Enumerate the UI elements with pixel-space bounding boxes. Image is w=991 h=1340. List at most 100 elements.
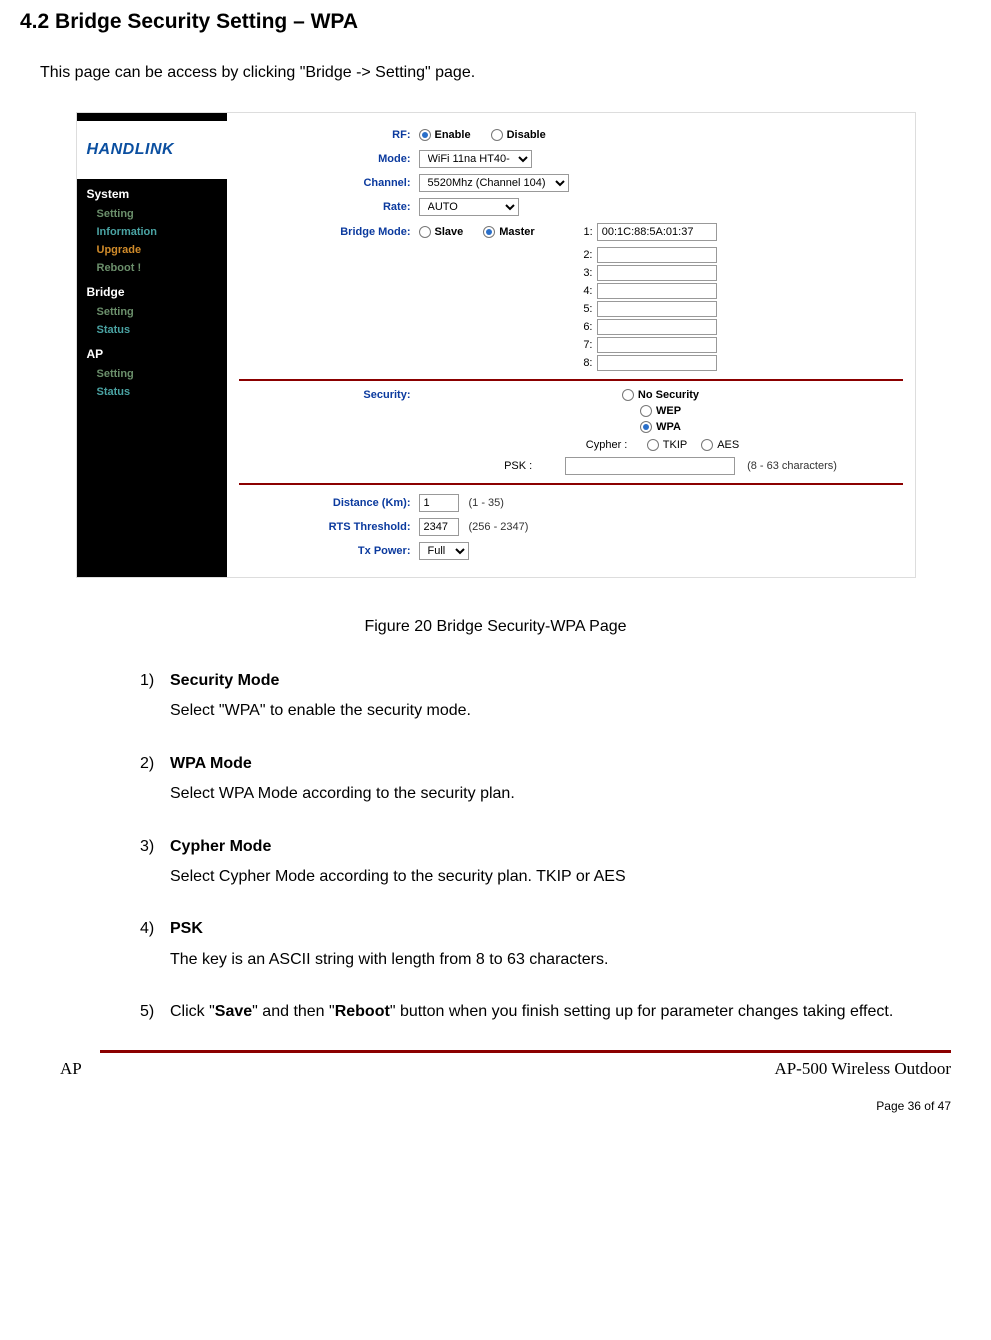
list-item: 2) WPA Mode Select WPA Mode according to…: [140, 749, 971, 810]
sidebar-item-ap-setting[interactable]: Setting: [77, 365, 227, 383]
mac-index: 1:: [579, 226, 593, 238]
security-row: Security: No Security WEP WPA Cypher : T…: [239, 389, 903, 475]
security-wpa-option[interactable]: WPA: [640, 421, 681, 433]
cypher-row: Cypher : TKIP AES: [586, 439, 755, 451]
mac-index: 8:: [579, 357, 593, 369]
security-none-option[interactable]: No Security: [622, 389, 699, 401]
bridge-mode-master-option[interactable]: Master: [483, 226, 534, 238]
sidebar-item-system-setting[interactable]: Setting: [77, 205, 227, 223]
section-heading: 4.2 Bridge Security Setting – WPA: [20, 10, 971, 34]
list-item-desc: Select "WPA" to enable the security mode…: [170, 696, 971, 726]
security-label: Security:: [239, 389, 419, 401]
mac-row-8: 8:: [579, 355, 903, 371]
radio-icon: [491, 129, 503, 141]
mac-input-6[interactable]: [597, 319, 717, 335]
radio-icon: [483, 226, 495, 238]
cypher-aes-label: AES: [717, 439, 739, 451]
list-item-desc: The key is an ASCII string with length f…: [170, 945, 971, 975]
embedded-screenshot: HANDLINK System Setting Information Upgr…: [76, 112, 916, 578]
security-wpa-label: WPA: [656, 421, 681, 433]
sidebar-item-bridge-setting[interactable]: Setting: [77, 303, 227, 321]
sidebar-item-bridge-status[interactable]: Status: [77, 321, 227, 339]
reboot-text: Reboot: [335, 1003, 390, 1020]
sidebar-item-upgrade[interactable]: Upgrade: [77, 241, 227, 259]
sidebar-item-ap-status[interactable]: Status: [77, 383, 227, 401]
list-item-title: Cypher Mode: [170, 838, 271, 855]
rf-label: RF:: [239, 129, 419, 141]
txpower-select[interactable]: Full: [419, 542, 469, 560]
mac-input-8[interactable]: [597, 355, 717, 371]
psk-label: PSK :: [504, 460, 559, 472]
mac-input-4[interactable]: [597, 283, 717, 299]
radio-icon: [640, 405, 652, 417]
footer-left: AP: [60, 1059, 82, 1079]
list-item: 3) Cypher Mode Select Cypher Mode accord…: [140, 832, 971, 893]
list-number: 4): [140, 914, 170, 975]
footer-right: AP-500 Wireless Outdoor: [774, 1059, 951, 1079]
rf-row: RF: Enable Disable: [239, 125, 903, 145]
distance-input[interactable]: [419, 494, 459, 512]
rf-enable-option[interactable]: Enable: [419, 129, 471, 141]
rts-label: RTS Threshold:: [239, 521, 419, 533]
rf-disable-label: Disable: [507, 129, 546, 141]
bridge-mode-slave-option[interactable]: Slave: [419, 226, 464, 238]
txpower-row: Tx Power: Full: [239, 541, 903, 561]
save-text: Save: [215, 1003, 252, 1020]
distance-hint: (1 - 35): [469, 497, 504, 509]
mac-input-3[interactable]: [597, 265, 717, 281]
sidebar-item-reboot[interactable]: Reboot !: [77, 259, 227, 277]
mac-input-5[interactable]: [597, 301, 717, 317]
security-wep-option[interactable]: WEP: [640, 405, 681, 417]
radio-icon: [640, 421, 652, 433]
mac-address-list: 2: 3: 4: 5: 6: 7: 8:: [419, 247, 903, 371]
mac-input-2[interactable]: [597, 247, 717, 263]
mac-row-4: 4:: [579, 283, 903, 299]
rate-select[interactable]: AUTO: [419, 198, 519, 216]
rf-disable-option[interactable]: Disable: [491, 129, 546, 141]
mac-index: 6:: [579, 321, 593, 333]
radio-icon: [419, 226, 431, 238]
settings-form-area: RF: Enable Disable Mode: WiFi 11na HT40-…: [227, 113, 915, 577]
bridge-mode-row: Bridge Mode: Slave Master 1:: [239, 221, 903, 243]
mac-index: 2:: [579, 249, 593, 261]
list-item-title: WPA Mode: [170, 755, 252, 772]
list-item: 1) Security Mode Select "WPA" to enable …: [140, 666, 971, 727]
list-item: 5) Click "Save" and then "Reboot" button…: [140, 997, 971, 1027]
list-number: 5): [140, 997, 170, 1027]
bridge-mode-label: Bridge Mode:: [239, 226, 419, 238]
list-number: 2): [140, 749, 170, 810]
figure-caption: Figure 20 Bridge Security-WPA Page: [20, 618, 971, 636]
channel-label: Channel:: [239, 177, 419, 189]
nav-header-ap: AP: [77, 339, 227, 365]
mac-row-7: 7:: [579, 337, 903, 353]
rate-label: Rate:: [239, 201, 419, 213]
psk-input[interactable]: [565, 457, 735, 475]
rf-enable-label: Enable: [435, 129, 471, 141]
channel-select[interactable]: 5520Mhz (Channel 104): [419, 174, 569, 192]
master-label: Master: [499, 226, 534, 238]
mac-index: 3:: [579, 267, 593, 279]
cypher-aes-option[interactable]: AES: [701, 439, 739, 451]
list-item-title: Security Mode: [170, 672, 279, 689]
psk-row: PSK : (8 - 63 characters): [504, 457, 837, 475]
rts-hint: (256 - 2347): [469, 521, 529, 533]
mac-index: 7:: [579, 339, 593, 351]
mac-row-5: 5:: [579, 301, 903, 317]
channel-row: Channel: 5520Mhz (Channel 104): [239, 173, 903, 193]
sidebar-item-information[interactable]: Information: [77, 223, 227, 241]
section-divider: [239, 379, 903, 381]
psk-hint: (8 - 63 characters): [747, 460, 837, 472]
rts-input[interactable]: [419, 518, 459, 536]
mac-input-7[interactable]: [597, 337, 717, 353]
cypher-tkip-option[interactable]: TKIP: [647, 439, 687, 451]
mac-index: 4:: [579, 285, 593, 297]
list-number: 3): [140, 832, 170, 893]
section-divider: [239, 483, 903, 485]
brand-logo: HANDLINK: [77, 121, 227, 179]
distance-row: Distance (Km): (1 - 35): [239, 493, 903, 513]
mac-input-1[interactable]: [597, 223, 717, 241]
cypher-label: Cypher :: [586, 439, 641, 451]
rts-row: RTS Threshold: (256 - 2347): [239, 517, 903, 537]
mode-select[interactable]: WiFi 11na HT40-: [419, 150, 532, 168]
mac-row-3: 3:: [579, 265, 903, 281]
